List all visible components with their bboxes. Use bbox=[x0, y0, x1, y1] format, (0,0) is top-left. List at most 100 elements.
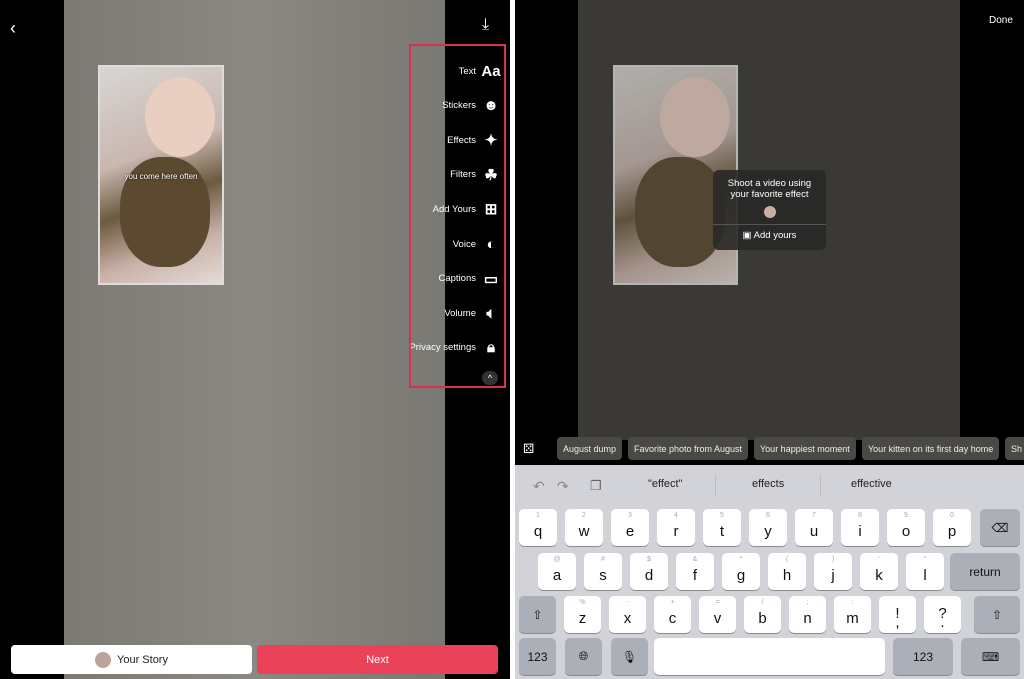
key-g[interactable]: * g bbox=[722, 553, 760, 590]
prompt-chip[interactable]: August dump bbox=[557, 437, 623, 460]
key-x[interactable]: -x bbox=[609, 596, 646, 633]
key-a[interactable]: @ a bbox=[538, 553, 576, 590]
key-label: l bbox=[923, 567, 927, 584]
key-l[interactable]: " l bbox=[906, 553, 944, 590]
suggestion-1[interactable]: "effect" bbox=[648, 478, 683, 490]
key-label: u bbox=[809, 523, 819, 540]
prompt-input[interactable]: Shoot a video using your favorite effect bbox=[713, 170, 826, 200]
key-secondary: 2 bbox=[582, 512, 586, 519]
key-punct-7[interactable]: ! , bbox=[879, 596, 916, 633]
key-label: b bbox=[758, 610, 767, 627]
key-secondary: + bbox=[670, 599, 675, 606]
key-label: 🌐︎ bbox=[578, 649, 589, 663]
key-n[interactable]: ; n bbox=[789, 596, 826, 633]
key-j[interactable]: ) j bbox=[814, 553, 852, 590]
key-e[interactable]: 3e bbox=[611, 509, 649, 546]
download-icon[interactable]: ⤓ bbox=[482, 16, 489, 34]
key-label: f bbox=[692, 567, 698, 584]
key-label: d bbox=[644, 567, 654, 584]
key-label: 🎙︎ bbox=[621, 649, 638, 664]
add-yours-label: Add yours bbox=[753, 230, 797, 241]
key-label: t bbox=[719, 523, 725, 540]
video-thumbnail[interactable]: you come here often bbox=[98, 65, 224, 285]
key-label: m bbox=[846, 610, 859, 627]
key-v[interactable]: = v bbox=[699, 596, 736, 633]
key-label: return bbox=[969, 564, 1001, 579]
delete-key[interactable]: ⌫ bbox=[980, 509, 1020, 546]
key-w[interactable]: 2w bbox=[565, 509, 603, 546]
next-button[interactable]: Next bbox=[257, 645, 498, 674]
suggestion-2[interactable]: effects bbox=[752, 478, 784, 490]
return-key[interactable]: return bbox=[950, 553, 1020, 590]
key-b[interactable]: / b bbox=[744, 596, 781, 633]
key-secondary: 3 bbox=[628, 512, 632, 519]
key-d[interactable]: $ d bbox=[630, 553, 668, 590]
key-f[interactable]: & f bbox=[676, 553, 714, 590]
key-label: ? . bbox=[938, 605, 947, 631]
camera-icon: ▣ bbox=[742, 230, 752, 241]
key-secondary: 4 bbox=[674, 512, 678, 519]
key-secondary: : bbox=[851, 599, 854, 606]
key-label: p bbox=[947, 523, 957, 540]
key-t[interactable]: 5t bbox=[703, 509, 741, 546]
your-story-label: Your Story bbox=[117, 653, 168, 666]
prompt-chip[interactable]: Favorite photo from August bbox=[628, 437, 749, 460]
key-s[interactable]: # s bbox=[584, 553, 622, 590]
your-story-button[interactable]: Your Story bbox=[11, 645, 252, 674]
key-secondary: % bbox=[579, 599, 586, 606]
avatar bbox=[95, 651, 112, 668]
key-label: 123 bbox=[527, 649, 548, 664]
hide-keyboard-key[interactable]: ⌨ bbox=[961, 638, 1020, 675]
key-c[interactable]: + c bbox=[654, 596, 691, 633]
numbers-key-left[interactable]: 123 bbox=[519, 638, 556, 675]
key-label: s bbox=[599, 567, 607, 584]
key-m[interactable]: :m bbox=[834, 596, 871, 633]
highlight-box bbox=[409, 44, 506, 388]
key-label: q bbox=[533, 523, 543, 540]
key-q[interactable]: 1q bbox=[519, 509, 557, 546]
prompt-chip[interactable]: Sh bbox=[1005, 437, 1024, 460]
key-r[interactable]: 4r bbox=[657, 509, 695, 546]
key-label: ⌨ bbox=[981, 649, 1000, 664]
key-h[interactable]: (h bbox=[768, 553, 806, 590]
shift-right-key[interactable]: ⇧ bbox=[974, 596, 1020, 633]
story-editor-panel: you come here often ‹ ⤓ Text Aa Stickers ☻ E… bbox=[0, 0, 510, 679]
baby-image bbox=[660, 77, 730, 157]
key-punct-8[interactable]: ? . bbox=[924, 596, 961, 633]
prompt-chip[interactable]: Your happiest moment bbox=[754, 437, 856, 460]
key-o[interactable]: 9o bbox=[887, 509, 925, 546]
suggestion-3[interactable]: effective bbox=[851, 478, 892, 490]
key-label: i bbox=[858, 523, 862, 540]
key-y[interactable]: 6y bbox=[749, 509, 787, 546]
dictation-key[interactable]: 🎙︎ bbox=[611, 638, 648, 675]
key-i[interactable]: 8i bbox=[841, 509, 879, 546]
key-label: ⌫ bbox=[991, 520, 1009, 535]
dice-shuffle-icon[interactable]: ⚄ bbox=[523, 441, 534, 457]
done-button[interactable]: Done bbox=[989, 15, 1013, 26]
key-label: c bbox=[668, 610, 677, 627]
prompt-chip[interactable]: Your kitten on its first day home bbox=[862, 437, 1000, 460]
globe-key[interactable]: 🌐︎ bbox=[565, 638, 602, 675]
key-label: r bbox=[673, 523, 679, 540]
key-secondary: / bbox=[761, 599, 764, 606]
key-k[interactable]: ' k bbox=[860, 553, 898, 590]
key-label: n bbox=[803, 610, 812, 627]
collapse-chevron-up-icon[interactable]: ^ bbox=[482, 371, 498, 385]
key-secondary: " bbox=[923, 556, 927, 563]
back-chevron-icon[interactable]: ‹ bbox=[10, 18, 16, 39]
key-z[interactable]: % z bbox=[564, 596, 601, 633]
key-label: v bbox=[713, 610, 722, 627]
undo-icon[interactable]: ↶ bbox=[533, 478, 545, 495]
paste-icon[interactable]: ❐ bbox=[590, 478, 602, 494]
key-label: h bbox=[782, 567, 792, 584]
redo-icon[interactable]: ↷ bbox=[557, 478, 569, 495]
key-label: e bbox=[625, 523, 635, 540]
key-label: 123 bbox=[912, 649, 934, 664]
key-label: z bbox=[578, 610, 587, 627]
text-overlay[interactable]: you come here often bbox=[100, 172, 222, 181]
space-bar[interactable] bbox=[654, 638, 885, 675]
shift-left-key[interactable]: ⇧ bbox=[519, 596, 556, 633]
key-p[interactable]: 0p bbox=[933, 509, 971, 546]
key-u[interactable]: 7u bbox=[795, 509, 833, 546]
numbers-key-right[interactable]: 123 bbox=[893, 638, 953, 675]
